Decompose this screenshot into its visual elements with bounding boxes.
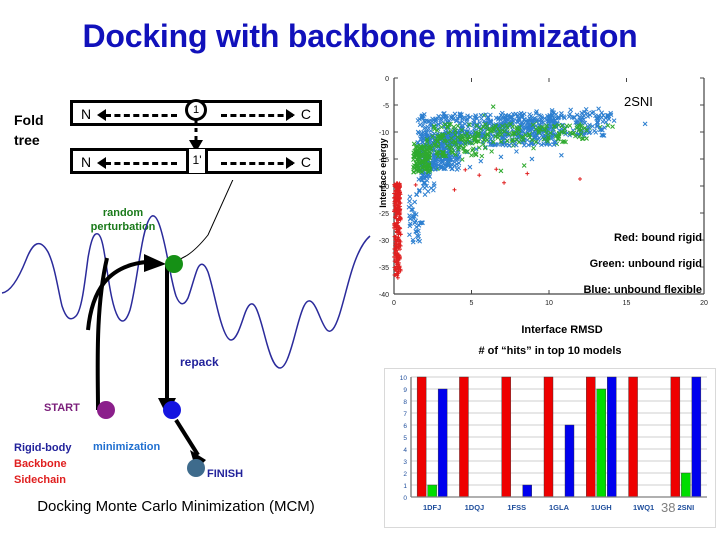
bar-2SNI-bound-rigid [670, 376, 681, 498]
bar-1GLA-bound-rigid [543, 376, 554, 498]
bar-category-label: 2SNI [678, 503, 695, 512]
green-state-dot [165, 255, 183, 273]
scatter-legend-blue: Blue: unbound flexible [583, 284, 702, 296]
dashed-line-left [105, 114, 177, 117]
dashed-line-left [105, 162, 177, 165]
repack-label: repack [180, 355, 219, 369]
fold-tree-label-line1: Fold [14, 112, 44, 128]
fold-tree-jump-node-1: 1 [185, 99, 207, 121]
pointer-line [173, 180, 234, 265]
fold-tree-jump-node-2: 1' [186, 149, 208, 173]
svg-text:5: 5 [403, 435, 407, 442]
svg-text:-40: -40 [379, 292, 389, 299]
fold-tree-row1-c-label: C [300, 106, 311, 122]
svg-text:-35: -35 [379, 265, 389, 272]
fold-tree-row1-n-label: N [81, 106, 92, 122]
bar-1UGH-bound-rigid [586, 376, 596, 498]
bar-1DFJ-unbound-flexible [437, 388, 448, 498]
bar-category-label: 1UGH [591, 503, 612, 512]
bar-chart-title: # of “hits” in top 10 models [478, 345, 622, 357]
fold-tree-row2-n-label: N [81, 154, 92, 170]
bar-category-label: 1DFJ [423, 503, 441, 512]
scatter-y-axis-label: Interface energy [378, 138, 388, 208]
arrow-right-icon [286, 109, 295, 121]
scatter-x-axis-label: Interface RMSD [521, 324, 603, 336]
finish-state-dot [187, 459, 205, 477]
bar-category-label: 1GLA [549, 503, 570, 512]
svg-text:6: 6 [403, 423, 407, 430]
bar-1WQ1-bound-rigid [628, 376, 638, 498]
svg-text:2: 2 [403, 471, 407, 478]
scatter-plot: 0 -5 -10 -15 -20 -25 -30 -35 -40 0 5 10 15 20 Interfa… [362, 72, 714, 336]
bar-1GLA-unbound-flexible [564, 424, 575, 498]
blue-state-dot [163, 401, 181, 419]
svg-text:0: 0 [392, 300, 396, 307]
svg-text:0: 0 [385, 76, 389, 83]
scatter-legend-red: Red: bound rigid [614, 232, 702, 244]
start-state-dot [97, 401, 115, 419]
bar-1FSS-bound-rigid [501, 376, 511, 498]
fold-tree-label-line2: tree [14, 132, 40, 148]
bar-1DFJ-unbound-rigid [427, 484, 437, 498]
fold-tree-row2-c-label: C [300, 154, 311, 170]
page-number: 38 [661, 500, 676, 515]
bar-category-label: 1DQJ [465, 503, 485, 512]
minimization-label: minimization [93, 441, 161, 453]
svg-text:-30: -30 [379, 238, 389, 245]
bar-category-label: 1FSS [507, 503, 526, 512]
svg-text:4: 4 [403, 447, 407, 454]
start-label: START [44, 402, 80, 414]
svg-text:1: 1 [403, 483, 407, 490]
dof-legend-backbone: Backbone [14, 458, 67, 470]
bar-2SNI-unbound-flexible [691, 376, 702, 498]
bar-1DQJ-bound-rigid [459, 376, 469, 498]
mcm-caption: Docking Monte Carlo Minimization (MCM) [37, 498, 315, 515]
svg-text:3: 3 [403, 459, 407, 466]
energy-landscape-curve [1, 215, 371, 369]
dashed-line-right [221, 114, 293, 117]
arrow-right-icon [286, 157, 295, 169]
svg-text:9: 9 [403, 387, 407, 394]
bar-1DFJ-bound-rigid [416, 376, 427, 498]
svg-text:10: 10 [400, 375, 408, 382]
dof-legend-rigid-body: Rigid-body [14, 442, 72, 454]
svg-text:10: 10 [545, 300, 553, 307]
svg-text:5: 5 [470, 300, 474, 307]
svg-text:7: 7 [403, 411, 407, 418]
bar-2SNI-unbound-rigid [681, 472, 691, 498]
svg-text:15: 15 [623, 300, 631, 307]
scatter-legend-green: Green: unbound rigid [589, 258, 702, 270]
scatter-cluster [406, 192, 425, 245]
finish-label: FINISH [207, 468, 244, 480]
bar-1UGH-unbound-rigid [596, 388, 606, 498]
bar-1UGH-unbound-flexible [607, 376, 617, 498]
bar-category-label: 1WQ1 [633, 503, 654, 512]
slide-canvas: Docking with backbone minimization Fold … [0, 0, 720, 540]
svg-text:20: 20 [700, 300, 708, 307]
bar-1FSS-unbound-flexible [522, 484, 532, 498]
dof-legend-sidechain: Sidechain [14, 474, 66, 486]
page-title: Docking with backbone minimization [82, 18, 638, 54]
svg-text:0: 0 [403, 495, 407, 502]
minimization-arrow [174, 418, 200, 457]
svg-text:8: 8 [403, 399, 407, 406]
dof-legend: Rigid-body Backbone Sidechain [14, 440, 71, 488]
dashed-line-right [221, 162, 293, 165]
scatter-title-label: 2SNI [624, 94, 653, 109]
perturbation-arrowhead-icon [144, 254, 166, 272]
fold-tree-label: Fold tree [14, 110, 74, 150]
svg-text:-5: -5 [383, 103, 389, 110]
